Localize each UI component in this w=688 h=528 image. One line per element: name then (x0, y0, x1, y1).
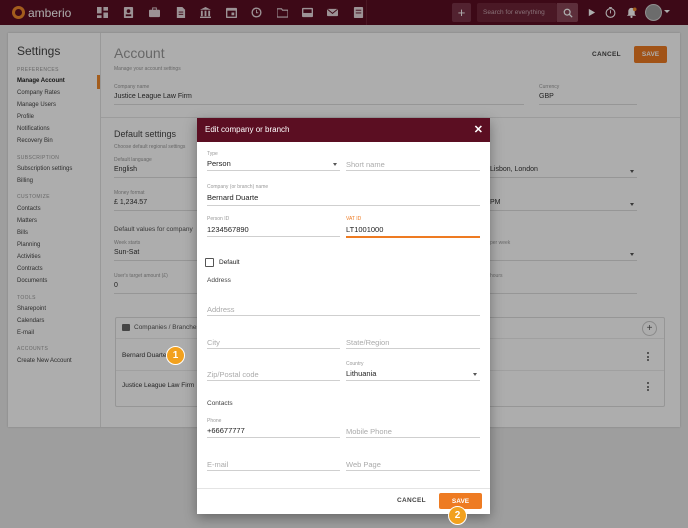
dialog-title: Edit company or branch (205, 125, 290, 134)
web-page-underline (346, 470, 480, 471)
company-name-underline (207, 205, 480, 206)
email-input[interactable]: E-mail (207, 460, 228, 469)
country-select[interactable]: Lithuania (346, 369, 376, 378)
contacts-section-title: Contacts (207, 400, 233, 407)
type-caret-icon (333, 163, 337, 166)
zip-code-input[interactable]: Zip/Postal code (207, 370, 259, 379)
phone-input[interactable]: +66677777 (207, 426, 245, 435)
web-page-input[interactable]: Web Page (346, 460, 381, 469)
city-input[interactable]: City (207, 338, 220, 347)
phone-label: Phone (207, 418, 222, 424)
phone-underline (207, 437, 340, 438)
default-checkbox[interactable] (205, 258, 214, 267)
person-id-input[interactable]: 1234567890 (207, 225, 249, 234)
dialog-cancel-button[interactable]: CANCEL (397, 497, 426, 504)
close-icon[interactable]: ✕ (474, 123, 483, 136)
short-name-input[interactable]: Short name (346, 160, 385, 169)
mobile-phone-underline (346, 437, 480, 438)
country-underline (346, 380, 480, 381)
short-name-underline (346, 170, 480, 171)
state-region-underline (346, 348, 480, 349)
step-badge: 1 (166, 346, 185, 365)
address-underline (207, 315, 480, 316)
company-name-input[interactable]: Bernard Duarte (207, 193, 258, 202)
address-section-title: Address (207, 277, 231, 284)
address-input[interactable]: Address (207, 305, 235, 314)
dialog-footer-divider (197, 488, 490, 489)
default-checkbox-label: Default (219, 259, 240, 266)
zip-code-underline (207, 380, 340, 381)
vat-id-input[interactable]: LT1001000 (346, 225, 383, 234)
type-label: Type (207, 151, 218, 157)
dialog-header: Edit company or branch (197, 118, 490, 142)
city-underline (207, 348, 340, 349)
state-region-input[interactable]: State/Region (346, 338, 389, 347)
edit-company-dialog: Edit company or branch ✕ Type Person Sho… (197, 118, 490, 514)
mobile-phone-input[interactable]: Mobile Phone (346, 427, 392, 436)
vat-id-label: VAT ID (346, 216, 362, 222)
country-caret-icon (473, 373, 477, 376)
type-underline (207, 170, 340, 171)
email-underline (207, 470, 340, 471)
type-select[interactable]: Person (207, 159, 231, 168)
person-id-underline (207, 236, 340, 237)
step-badge: 2 (448, 506, 467, 525)
person-id-label: Person ID (207, 216, 230, 222)
company-name-label: Company (or branch) name (207, 184, 269, 190)
country-label: Country (346, 361, 364, 367)
vat-id-underline-active (346, 236, 480, 238)
